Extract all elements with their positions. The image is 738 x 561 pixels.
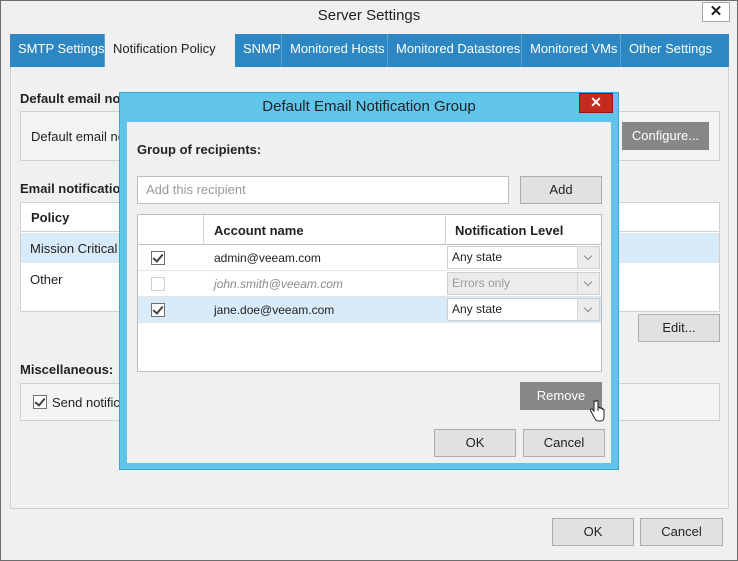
miscellaneous-heading: Miscellaneous: (20, 362, 114, 377)
add-recipient-button[interactable]: Add (520, 176, 602, 204)
notification-level-value: Errors only (452, 276, 511, 290)
chevron-down-icon (577, 247, 599, 268)
close-icon: ✕ (590, 94, 602, 110)
close-icon: ✕ (709, 3, 723, 20)
notification-level-select[interactable]: Any state (447, 246, 600, 269)
ok-button[interactable]: OK (552, 518, 634, 546)
chevron-down-icon (577, 299, 599, 320)
recipient-account: jane.doe@veeam.com (214, 303, 335, 317)
window-close-button[interactable]: ✕ (702, 2, 730, 22)
recipient-account: admin@veeam.com (214, 251, 321, 265)
tab-smtp-settings[interactable]: SMTP Settings (10, 34, 105, 67)
column-separator (445, 215, 446, 245)
default-email-label: Default email no (31, 129, 125, 144)
window-titlebar: Server Settings ✕ (1, 1, 737, 32)
tab-snmp[interactable]: SNMP (235, 34, 282, 67)
dialog-close-button[interactable]: ✕ (579, 93, 613, 113)
account-name-column-header: Account name (214, 223, 304, 238)
notification-level-select[interactable]: Errors only (447, 272, 600, 295)
recipient-enabled-checkbox[interactable] (151, 303, 165, 317)
tab-monitored-hosts[interactable]: Monitored Hosts (282, 34, 388, 67)
notification-level-column-header: Notification Level (455, 223, 564, 238)
tab-bar: SMTP Settings Notification Policy SNMP M… (10, 34, 729, 67)
configure-button[interactable]: Configure... (622, 122, 709, 150)
recipient-row[interactable]: admin@veeam.com Any state (138, 245, 601, 271)
recipient-row[interactable]: john.smith@veeam.com Errors only (138, 271, 601, 297)
group-of-recipients-label: Group of recipients: (137, 142, 262, 157)
notification-level-value: Any state (452, 250, 503, 264)
send-notification-checkbox[interactable] (33, 395, 47, 409)
dialog-body: Group of recipients: Add this recipient … (127, 122, 611, 463)
recipients-table-header: Account name Notification Level (138, 215, 601, 245)
default-email-heading: Default email no (20, 91, 121, 106)
notification-level-select[interactable]: Any state (447, 298, 600, 321)
tab-monitored-datastores[interactable]: Monitored Datastores (388, 34, 522, 67)
tab-notification-policy[interactable]: Notification Policy (105, 34, 235, 67)
edit-button[interactable]: Edit... (638, 314, 720, 342)
email-notification-heading: Email notification (20, 181, 129, 196)
default-email-notification-group-dialog: Default Email Notification Group ✕ Group… (119, 92, 619, 470)
recipients-table: Account name Notification Level admin@ve… (137, 214, 602, 372)
dialog-ok-button[interactable]: OK (434, 429, 516, 457)
window-title: Server Settings (317, 7, 421, 24)
column-separator (203, 215, 204, 245)
dialog-title: Default Email Notification Group (262, 98, 476, 115)
recipient-row[interactable]: jane.doe@veeam.com Any state (138, 297, 601, 323)
hand-pointer-icon (589, 400, 605, 422)
recipient-enabled-checkbox[interactable] (151, 251, 165, 265)
policy-column-header: Policy (31, 210, 70, 225)
notification-level-value: Any state (452, 302, 503, 316)
policy-row-label: Mission Critical (30, 241, 118, 256)
chevron-down-icon (577, 273, 599, 294)
recipient-enabled-checkbox[interactable] (151, 277, 165, 291)
recipient-input[interactable]: Add this recipient (137, 176, 509, 204)
policy-row-label: Other (30, 272, 63, 287)
recipient-account: john.smith@veeam.com (214, 277, 343, 291)
tab-other-settings[interactable]: Other Settings (621, 34, 729, 67)
dialog-cancel-button[interactable]: Cancel (523, 429, 605, 457)
cancel-button[interactable]: Cancel (640, 518, 723, 546)
send-notification-label: Send notifica (52, 395, 128, 410)
tab-monitored-vms[interactable]: Monitored VMs (522, 34, 621, 67)
